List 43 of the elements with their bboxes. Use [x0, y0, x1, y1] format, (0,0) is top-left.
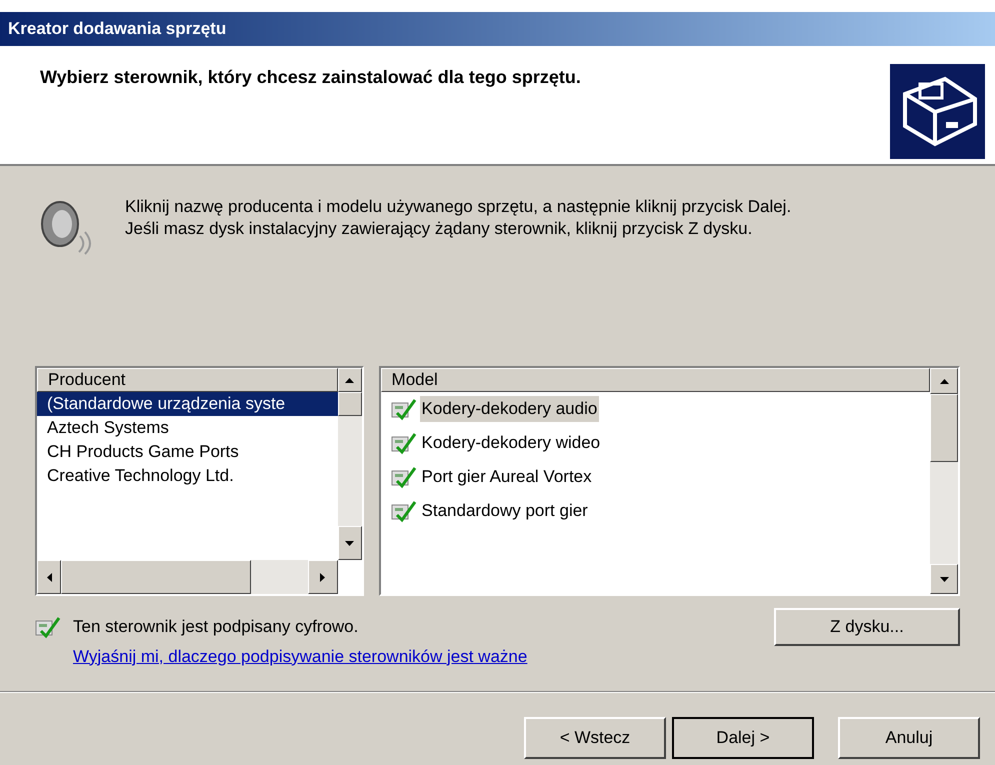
scroll-thumb[interactable] [61, 560, 251, 594]
scroll-up-button[interactable] [930, 368, 958, 394]
model-item[interactable]: Kodery-dekodery audio [420, 396, 600, 422]
down-arrow-icon [940, 576, 948, 582]
right-arrow-icon [320, 572, 326, 582]
window-title: Kreator dodawania sprzętu [8, 18, 226, 40]
manufacturer-item[interactable]: (Standardowe urządzenia syste [37, 392, 338, 416]
dialog-button[interactable]: < Wstecz [524, 717, 666, 759]
column-header[interactable]: Producent [37, 368, 338, 392]
scroll-up-button[interactable] [338, 368, 362, 392]
scroll-down-button[interactable] [930, 564, 958, 594]
manufacturer-item[interactable]: CH Products Game Ports [37, 440, 338, 464]
scroll-right-button[interactable] [308, 560, 338, 594]
up-arrow-icon [940, 378, 948, 384]
hardware-icon [890, 64, 985, 159]
up-arrow-icon [345, 378, 354, 382]
have-disk-button[interactable]: Z dysku... [774, 608, 960, 646]
model-item[interactable]: Port gier Aureal Vortex [420, 464, 594, 490]
signed-driver-icon [390, 499, 417, 523]
down-arrow-icon [345, 540, 354, 546]
signed-driver-icon [35, 614, 61, 639]
header-title: Wybierz sterownik, który chcesz zainstalować dla tego sprzętu. [40, 66, 581, 89]
scroll-thumb[interactable] [930, 394, 958, 462]
instruction-text: Jeśli masz dysk instalacyjny zawierający żądany sterownik, kliknij przycisk Z dysku. [125, 218, 754, 240]
signed-driver-icon [390, 397, 417, 421]
scrollbar[interactable] [930, 368, 958, 594]
column-header[interactable]: Model [380, 368, 930, 392]
signed-driver-icon [390, 465, 417, 489]
scroll-down-button[interactable] [338, 526, 362, 560]
left-arrow-icon [46, 572, 52, 582]
instruction-text: Kliknij nazwę producenta i modelu używanego sprzętu, a następnie kliknij przycisk Dalej. [125, 196, 792, 218]
manufacturer-item[interactable]: Creative Technology Ltd. [37, 464, 338, 488]
signed-driver-icon [390, 431, 417, 455]
model-item[interactable]: Standardowy port gier [420, 498, 590, 524]
signed-note: Ten sterownik jest podpisany cyfrowo. [73, 616, 358, 638]
manufacturer-item[interactable]: Aztech Systems [37, 416, 338, 440]
help-link[interactable]: Wyjaśnij mi, dlaczego podpisywanie sterowników jest ważne [73, 644, 528, 669]
scrollbar[interactable] [338, 392, 362, 560]
scroll-left-button[interactable] [37, 560, 61, 594]
model-item[interactable]: Kodery-dekodery wideo [420, 430, 602, 456]
dialog-button[interactable]: Dalej > [672, 717, 814, 759]
scroll-thumb[interactable] [338, 392, 362, 416]
dialog-button[interactable]: Anuluj [838, 717, 980, 759]
